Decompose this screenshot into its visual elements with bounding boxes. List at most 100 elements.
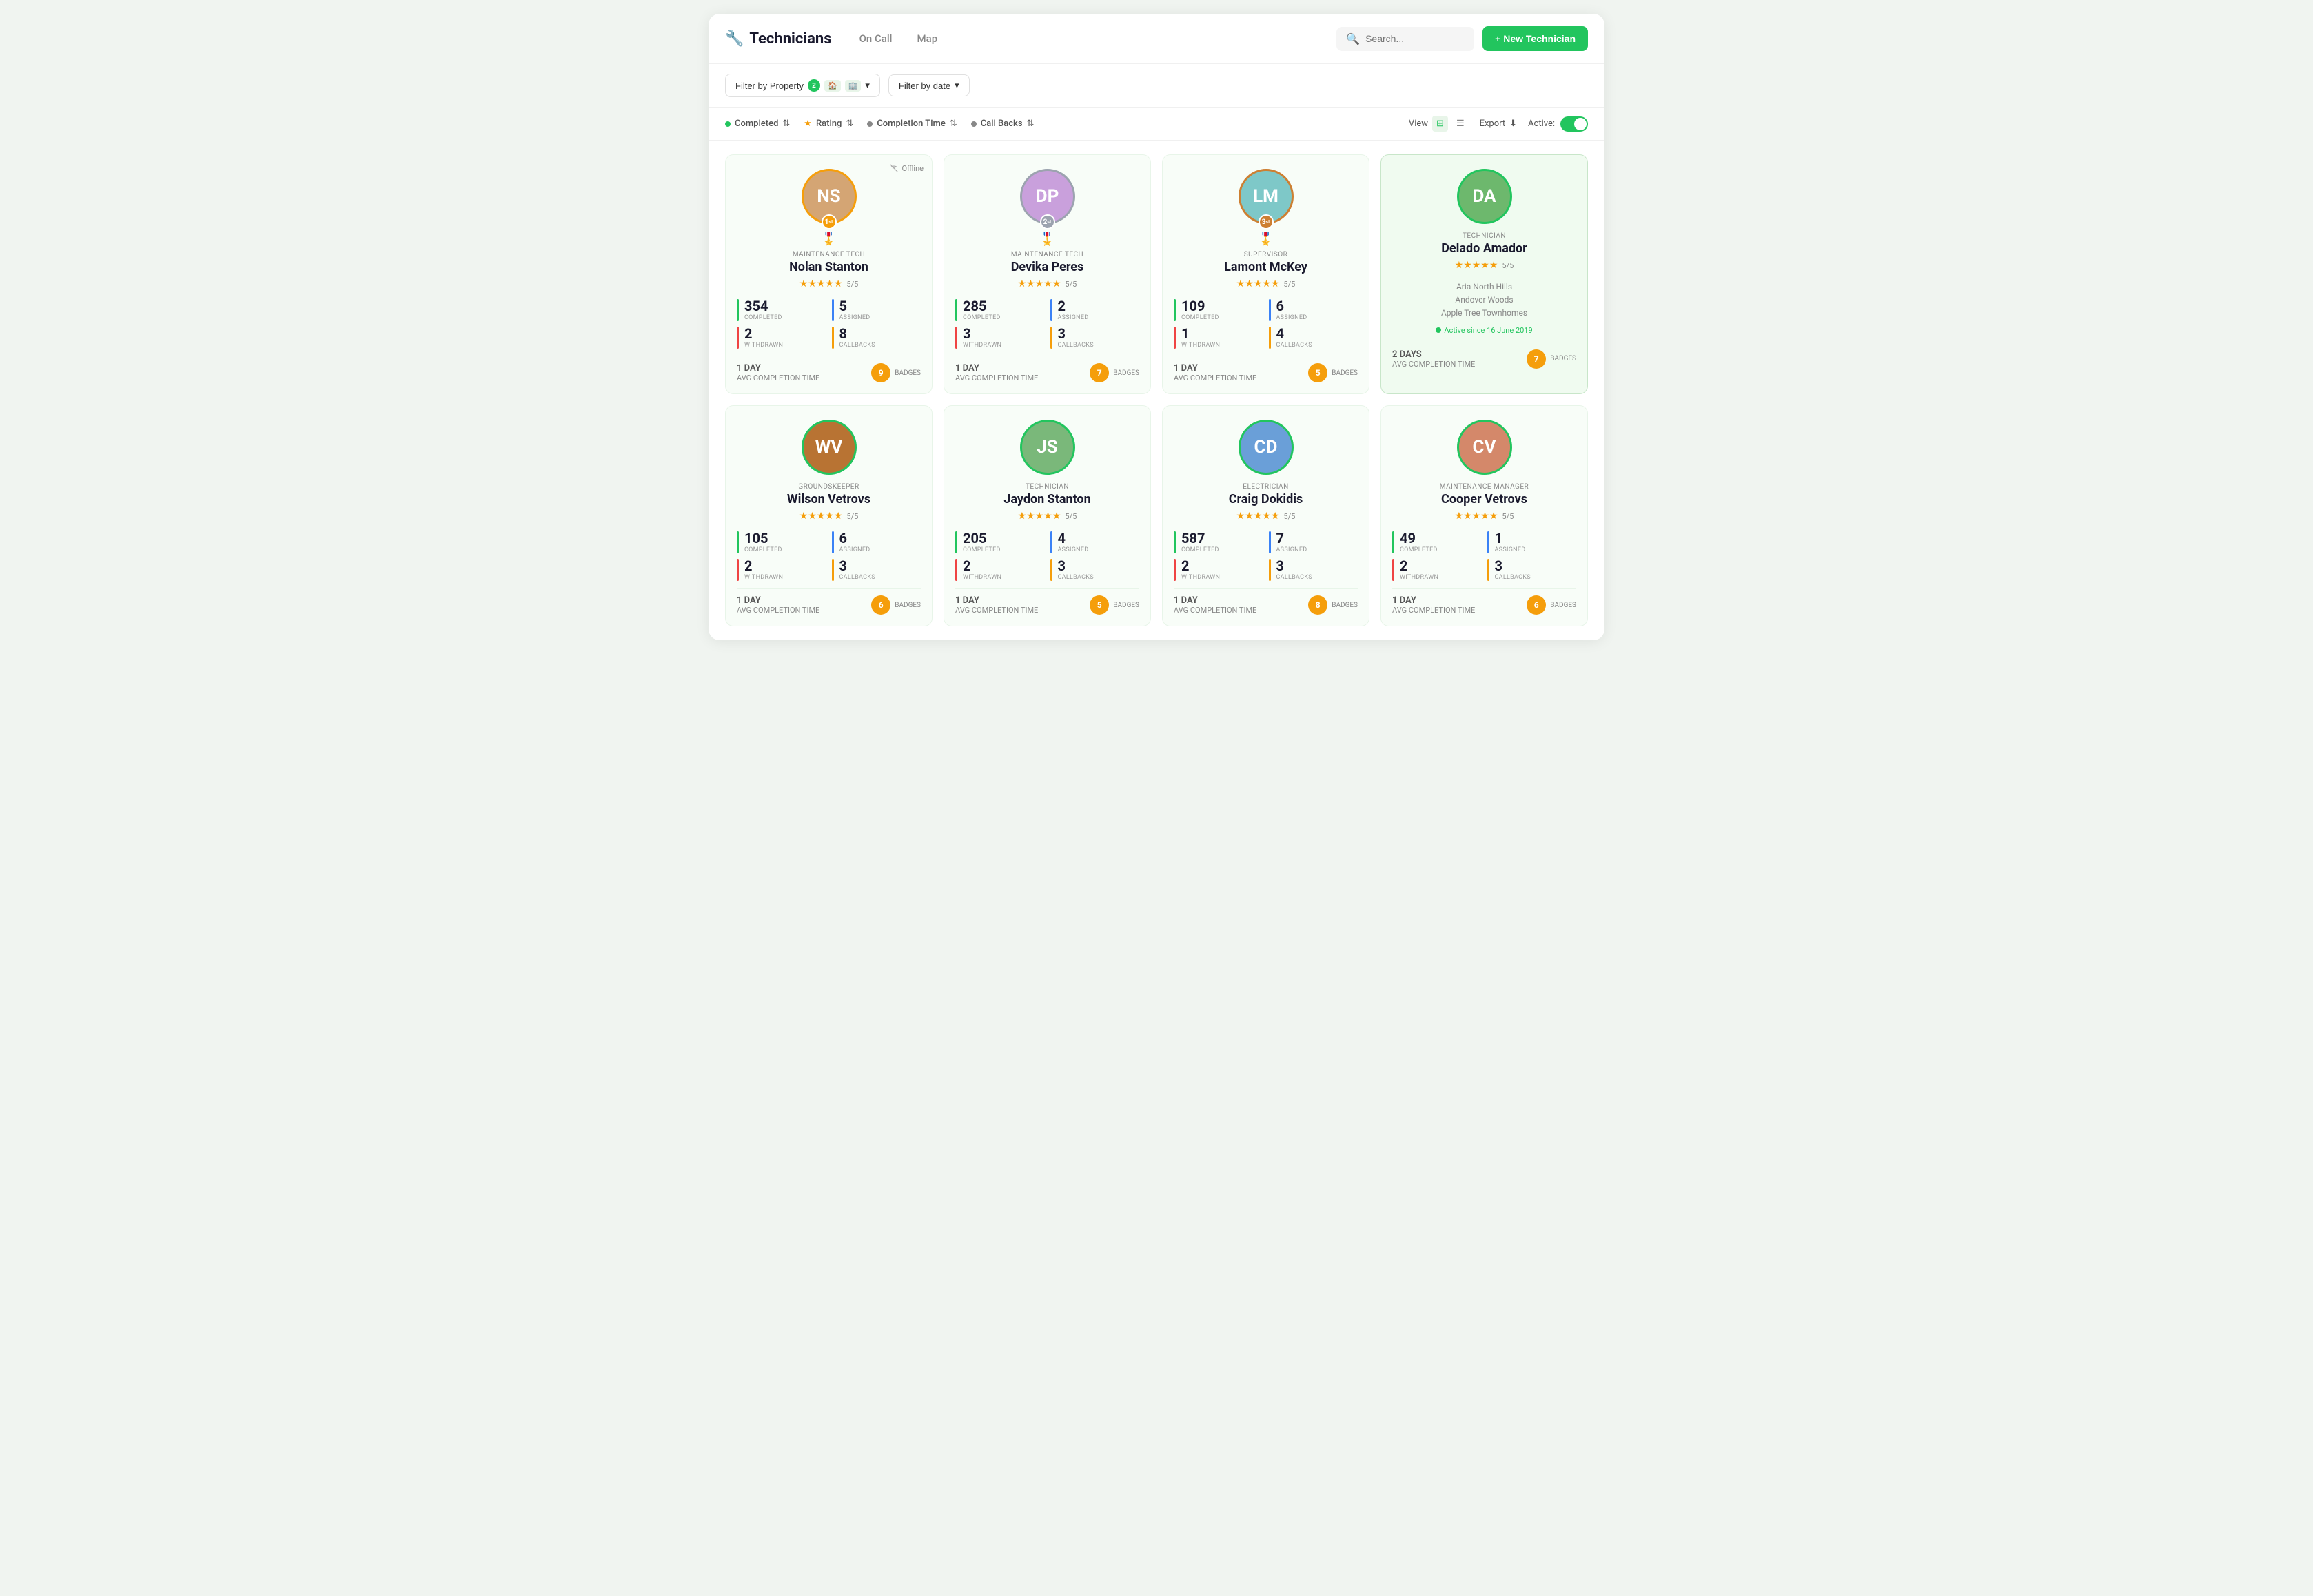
active-label: Active: — [1528, 119, 1555, 129]
avatar-area: LM 3st — [1174, 169, 1358, 224]
avatar-wrapper: CV — [1457, 420, 1512, 475]
active-toggle[interactable] — [1560, 116, 1588, 132]
stars-row: ★★★★★ 5/5 — [737, 511, 921, 522]
assigned-label: ASSIGNED — [839, 546, 870, 553]
medal-ribbon: 🎖️ — [737, 232, 921, 247]
tab-map[interactable]: Map — [906, 28, 949, 49]
completion-time-value: 1 DAY — [955, 595, 1038, 606]
completion-time-value: 1 DAY — [737, 595, 819, 606]
stat-callbacks: 3 CALLBACKS — [1487, 559, 1577, 581]
assigned-label: ASSIGNED — [1276, 546, 1307, 553]
filter-date-chevron: ▾ — [955, 80, 959, 91]
badges-area: 5 BADGES — [1308, 363, 1358, 382]
sort-completed-arrow: ⇅ — [782, 119, 790, 129]
stars-row: ★★★★★ 5/5 — [1392, 260, 1576, 271]
completion-time-label: AVG COMPLETION TIME — [955, 606, 1038, 615]
callbacks-bar — [1050, 559, 1052, 581]
assigned-label: ASSIGNED — [1495, 546, 1526, 553]
tech-card[interactable]: CD ELECTRICIAN Craig Dokidis ★★★★★ 5/5 5… — [1162, 405, 1369, 626]
assigned-label: ASSIGNED — [1276, 314, 1307, 321]
filter-property-chevron: ▾ — [865, 80, 870, 91]
avatar-wrapper: DA — [1457, 169, 1512, 224]
assigned-bar — [1269, 531, 1271, 553]
callbacks-label: CALLBACKS — [839, 342, 875, 349]
stat-callbacks: 8 CALLBACKS — [832, 327, 921, 349]
export-button[interactable]: Export ⬇ — [1480, 119, 1517, 129]
withdrawn-label: WITHDRAWN — [1400, 574, 1438, 581]
callbacks-label: CALLBACKS — [1058, 342, 1094, 349]
withdrawn-value: 1 — [1181, 327, 1220, 340]
completed-dot — [725, 121, 731, 127]
card-footer: 2 DAYS AVG COMPLETION TIME 7 BADGES — [1392, 342, 1576, 369]
view-list-button[interactable]: ☰ — [1452, 116, 1469, 132]
tech-name: Jaydon Stanton — [955, 492, 1139, 507]
stat-withdrawn: 1 WITHDRAWN — [1174, 327, 1263, 349]
badges-label: BADGES — [1550, 355, 1576, 362]
avatar: WV — [802, 420, 857, 475]
badge-count: 8 — [1308, 595, 1327, 615]
view-grid-button[interactable]: ⊞ — [1432, 116, 1448, 132]
badges-area: 8 BADGES — [1308, 595, 1358, 615]
sort-rating[interactable]: ★ Rating ⇅ — [804, 119, 853, 129]
sort-callbacks[interactable]: Call Backs ⇅ — [971, 119, 1035, 129]
tech-card[interactable]: WV GROUNDSKEEPER Wilson Vetrovs ★★★★★ 5/… — [725, 405, 933, 626]
completion-time-area: 1 DAY AVG COMPLETION TIME — [955, 363, 1038, 382]
tech-card[interactable]: DP 2st 🎖️ MAINTENANCE TECH Devika Peres … — [944, 154, 1151, 394]
tech-name: Nolan Stanton — [737, 260, 921, 274]
stars: ★★★★★ — [1236, 278, 1280, 289]
filter-property-button[interactable]: Filter by Property 2 🏠 🏢 ▾ — [725, 74, 880, 97]
badges-label: BADGES — [895, 602, 921, 609]
app-container: 🔧 Technicians On Call Map 🔍 + New Techni… — [709, 14, 1604, 640]
rating-label: 5/5 — [1502, 512, 1514, 521]
search-input[interactable] — [1365, 33, 1465, 44]
withdrawn-bar — [955, 559, 957, 581]
avatar-area: DP 2st — [955, 169, 1139, 224]
assigned-value: 6 — [839, 531, 870, 545]
stats-grid: 205 COMPLETED 4 ASSIGNED 2 WITHDRAWN — [955, 531, 1139, 581]
callbacks-bar — [1050, 327, 1052, 349]
badges-label: BADGES — [1113, 602, 1139, 609]
tech-name: Devika Peres — [955, 260, 1139, 274]
stats-grid: 354 COMPLETED 5 ASSIGNED 2 WITHDRAWN — [737, 299, 921, 349]
assigned-label: ASSIGNED — [1058, 546, 1089, 553]
stat-completed: 105 COMPLETED — [737, 531, 826, 553]
stats-grid: 105 COMPLETED 6 ASSIGNED 2 WITHDRAWN — [737, 531, 921, 581]
tech-card[interactable]: JS TECHNICIAN Jaydon Stanton ★★★★★ 5/5 2… — [944, 405, 1151, 626]
view-label: View — [1409, 119, 1428, 129]
tab-on-call[interactable]: On Call — [848, 28, 904, 49]
rank-badge: 1st — [822, 214, 837, 229]
tech-card[interactable]: Offline NS 1st 🎖️ MAINTENANCE TECH Nolan… — [725, 154, 933, 394]
rating-star-icon: ★ — [804, 119, 812, 129]
stat-assigned: 5 ASSIGNED — [832, 299, 921, 321]
stars: ★★★★★ — [1236, 511, 1280, 522]
stars: ★★★★★ — [1455, 511, 1498, 522]
sort-completed[interactable]: Completed ⇅ — [725, 119, 790, 129]
app-title: Technicians — [749, 30, 831, 48]
property-item: Aria North Hills — [1392, 280, 1576, 294]
stat-callbacks: 4 CALLBACKS — [1269, 327, 1358, 349]
filter-date-button[interactable]: Filter by date ▾ — [888, 74, 970, 96]
completed-value: 49 — [1400, 531, 1438, 545]
sort-rating-label: Rating — [816, 119, 842, 129]
export-label: Export — [1480, 119, 1506, 129]
stat-completed: 587 COMPLETED — [1174, 531, 1263, 553]
property-item: Andover Woods — [1392, 294, 1576, 307]
avatar-area: DA — [1392, 169, 1576, 224]
assigned-bar — [1269, 299, 1271, 321]
tech-card[interactable]: DA TECHNICIAN Delado Amador ★★★★★ 5/5 Ar… — [1380, 154, 1588, 394]
tech-card[interactable]: CV MAINTENANCE MANAGER Cooper Vetrovs ★★… — [1380, 405, 1588, 626]
stat-assigned: 1 ASSIGNED — [1487, 531, 1577, 553]
assigned-bar — [1050, 299, 1052, 321]
withdrawn-value: 2 — [1181, 559, 1220, 573]
completion-time-area: 1 DAY AVG COMPLETION TIME — [737, 595, 819, 615]
completed-label: COMPLETED — [744, 314, 782, 321]
new-technician-button[interactable]: + New Technician — [1482, 26, 1588, 51]
completed-bar — [1174, 299, 1176, 321]
view-toggle: View ⊞ ☰ — [1409, 116, 1469, 132]
search-icon: 🔍 — [1346, 32, 1360, 45]
badge-count: 5 — [1090, 595, 1109, 615]
sort-completion-time[interactable]: Completion Time ⇅ — [867, 119, 957, 129]
completion-time-value: 1 DAY — [737, 363, 819, 374]
tech-role: MAINTENANCE TECH — [955, 251, 1139, 258]
tech-card[interactable]: LM 3st 🎖️ SUPERVISOR Lamont McKey ★★★★★ … — [1162, 154, 1369, 394]
